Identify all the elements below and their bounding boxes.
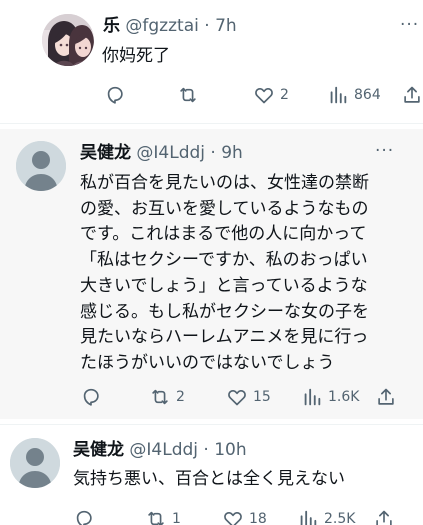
reply-icon <box>80 386 102 408</box>
more-options-icon[interactable]: ··· <box>400 17 419 34</box>
tweet-text: 私が百合を見たいのは、女性達の禁断 の愛、お互いを愛しているようなもの です。こ… <box>80 173 369 373</box>
like-count: 18 <box>249 511 267 525</box>
tweet-feed: 乐 @fgzztai · 7h ··· 你妈死了 2 864 吴健龙 @I4Ld… <box>0 0 423 525</box>
retweet-icon <box>145 508 167 525</box>
header-separator: · <box>210 143 216 163</box>
heart-icon <box>222 508 244 525</box>
avatar[interactable] <box>42 14 94 66</box>
retweet-count: 2 <box>176 389 185 405</box>
like-button[interactable]: 2 <box>253 84 289 106</box>
anime-avatar-icon <box>42 14 94 66</box>
tweet-header: 乐 @fgzztai · 7h <box>103 15 237 37</box>
retweet-icon <box>149 386 171 408</box>
views-count: 1.6K <box>328 389 360 405</box>
author-handle[interactable]: @fgzztai <box>125 16 198 36</box>
like-count: 15 <box>253 389 271 405</box>
views-button[interactable]: 1.6K <box>301 386 359 408</box>
tweet-time[interactable]: 10h <box>214 440 246 460</box>
author-name[interactable]: 吴健龙 <box>73 440 124 460</box>
views-count: 2.5K <box>324 511 356 525</box>
views-button[interactable]: 2.5K <box>297 508 355 525</box>
views-chart-icon <box>327 84 349 106</box>
default-avatar-icon <box>10 438 60 488</box>
tweet-text: 気持ち悪い、百合とは全く見えない <box>73 469 345 489</box>
author-name[interactable]: 吴健龙 <box>80 143 131 163</box>
like-count: 2 <box>280 87 289 103</box>
heart-icon <box>226 386 248 408</box>
header-separator: · <box>204 16 210 36</box>
author-handle[interactable]: @I4Lddj <box>136 143 205 163</box>
avatar[interactable] <box>10 438 60 488</box>
author-name[interactable]: 乐 <box>103 16 120 36</box>
reply-button[interactable] <box>73 508 95 525</box>
views-button[interactable]: 864 <box>327 84 381 106</box>
share-icon <box>401 84 423 106</box>
default-avatar-icon <box>16 141 66 191</box>
reply-button[interactable] <box>104 84 126 106</box>
reply-button[interactable] <box>80 386 102 408</box>
reply-icon <box>104 84 126 106</box>
like-button[interactable]: 18 <box>222 508 267 525</box>
share-icon <box>375 386 397 408</box>
share-button[interactable] <box>375 386 397 408</box>
views-chart-icon <box>301 386 323 408</box>
views-chart-icon <box>297 508 319 525</box>
retweet-button[interactable]: 1 <box>145 508 181 525</box>
more-options-icon[interactable]: ··· <box>375 143 394 160</box>
tweet-text: 你妈死了 <box>102 46 170 66</box>
share-button[interactable] <box>401 84 423 106</box>
tweet-header: 吴健龙 @I4Lddj · 10h <box>73 439 247 461</box>
retweet-count: 1 <box>172 511 181 525</box>
author-handle[interactable]: @I4Lddj <box>129 440 198 460</box>
tweet-time[interactable]: 9h <box>221 143 243 163</box>
tweet-header: 吴健龙 @I4Lddj · 9h <box>80 142 243 164</box>
retweet-button[interactable]: 2 <box>149 386 185 408</box>
reply-icon <box>73 508 95 525</box>
avatar[interactable] <box>16 141 66 191</box>
retweet-icon <box>177 84 199 106</box>
views-count: 864 <box>354 87 381 103</box>
header-separator: · <box>203 440 209 460</box>
share-button[interactable] <box>373 508 395 525</box>
retweet-button[interactable] <box>177 84 199 106</box>
heart-icon <box>253 84 275 106</box>
divider <box>0 123 423 124</box>
tweet-time[interactable]: 7h <box>215 16 237 36</box>
like-button[interactable]: 15 <box>226 386 271 408</box>
share-icon <box>373 508 395 525</box>
